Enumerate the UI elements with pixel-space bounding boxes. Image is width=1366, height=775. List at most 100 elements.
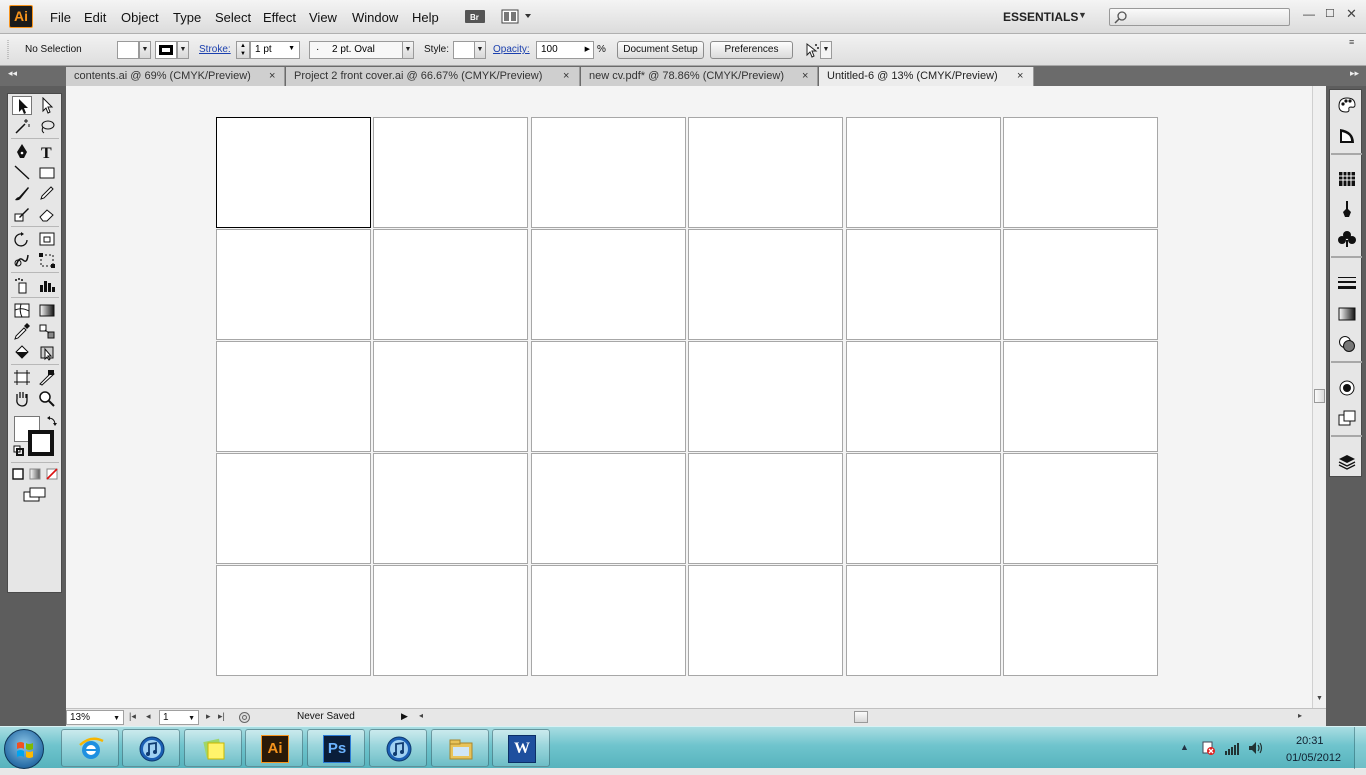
style-dropdown[interactable]: ▼ [474,41,486,59]
artboard[interactable] [373,341,528,452]
color-panel-icon[interactable] [1337,96,1357,114]
none-mode-icon[interactable] [46,468,58,480]
close-icon[interactable]: × [269,67,275,85]
status-menu-icon[interactable]: ▶ [401,711,408,722]
vertical-scrollbar[interactable]: ▼ [1312,86,1326,708]
clock-time[interactable]: 20:31 [1296,735,1324,747]
document-setup-button[interactable]: Document Setup [617,41,704,59]
artboard[interactable] [688,341,843,452]
artboard[interactable] [216,117,371,228]
mesh-tool-icon[interactable] [12,301,32,320]
artboard[interactable] [373,117,528,228]
style-swatch[interactable] [453,41,475,59]
brushes-panel-icon[interactable] [1337,200,1357,218]
taskbar-sticky-notes[interactable] [184,729,242,767]
network-icon[interactable] [1224,740,1240,756]
stroke-dropdown[interactable]: ▼ [177,41,189,59]
paintbrush-tool-icon[interactable] [12,184,32,203]
tab-project-2-front-cover[interactable]: Project 2 front cover.ai @ 66.67% (CMYK/… [286,67,580,86]
next-artboard-icon[interactable]: ▸ [206,711,211,722]
menu-view[interactable]: View [309,10,337,25]
slice-tool-icon[interactable] [37,368,57,387]
gradient-panel-icon[interactable] [1337,305,1357,323]
artboard[interactable] [216,565,371,676]
eraser-tool-icon[interactable] [37,205,57,224]
action-center-icon[interactable] [1200,740,1216,756]
show-hidden-icons-icon[interactable]: ▲ [1180,742,1189,752]
stroke-weight-field[interactable]: 1 pt ▼ [250,41,300,59]
color-guide-icon[interactable] [1337,127,1357,145]
artboard[interactable] [846,117,1001,228]
workspace-switcher[interactable]: ESSENTIALS [1003,10,1078,24]
tab-new-cv[interactable]: new cv.pdf* @ 78.86% (CMYK/Preview) × [581,67,818,86]
artboard[interactable] [688,565,843,676]
gradient-tool-icon[interactable] [37,301,57,320]
bridge-icon[interactable]: Br [463,8,489,25]
graphic-styles-icon[interactable] [1337,409,1357,427]
artboard[interactable] [531,229,686,340]
stroke-panel-icon[interactable] [1337,274,1357,292]
vertical-scroll-thumb[interactable] [1314,389,1325,403]
brush-dropdown[interactable]: ▼ [402,41,414,59]
transparency-panel-icon[interactable] [1337,335,1357,353]
artboard[interactable] [531,117,686,228]
gradient-mode-icon[interactable] [29,468,41,480]
taskbar-word[interactable]: W [492,729,550,767]
stroke-color-box[interactable] [28,430,54,456]
taskbar-itunes-2[interactable] [369,729,427,767]
hand-tool-icon[interactable] [12,389,32,408]
scroll-down-icon[interactable]: ▼ [1316,695,1323,702]
pencil-tool-icon[interactable] [37,184,57,203]
taskbar-photoshop[interactable]: Ps [307,729,365,767]
menu-help[interactable]: Help [412,10,439,25]
rotate-tool-icon[interactable] [12,230,32,249]
eyedropper-tool-icon[interactable] [12,322,32,341]
artboard[interactable] [373,229,528,340]
layers-panel-icon[interactable] [1337,453,1357,471]
screen-mode-icon[interactable] [23,487,47,503]
menu-object[interactable]: Object [121,10,159,25]
stroke-weight-stepper[interactable]: ▲ ▼ [236,41,250,59]
zoom-field[interactable]: 13% ▼ [66,710,124,725]
artboard[interactable] [531,341,686,452]
opacity-field[interactable]: 100 ▶ [536,41,594,59]
artboard[interactable] [688,229,843,340]
collapse-panels-icon[interactable]: ▸▸ [1350,68,1359,79]
blend-tool-icon[interactable] [37,322,57,341]
symbols-panel-icon[interactable] [1337,230,1357,248]
color-mode-icon[interactable] [12,468,24,480]
lasso-tool-icon[interactable] [37,117,57,136]
minimize-icon[interactable]: — [1303,7,1315,21]
artboard[interactable] [1003,117,1158,228]
rectangle-tool-icon[interactable] [37,163,57,182]
swap-fill-stroke-icon[interactable] [46,415,58,427]
column-graph-tool-icon[interactable] [37,276,57,295]
artboard[interactable] [531,453,686,564]
preferences-button[interactable]: Preferences [710,41,793,59]
swatches-panel-icon[interactable] [1337,170,1357,188]
artboard[interactable] [1003,453,1158,564]
volume-icon[interactable] [1248,740,1264,756]
artboard[interactable] [846,565,1001,676]
artboard[interactable] [846,453,1001,564]
clock-date[interactable]: 01/05/2012 [1286,752,1341,764]
menu-effect[interactable]: Effect [263,10,296,25]
start-button[interactable] [4,729,44,769]
isolation-mode-icon[interactable] [803,41,821,59]
artboard[interactable] [216,453,371,564]
taskbar-internet-explorer[interactable] [61,729,119,767]
close-icon[interactable]: × [1017,67,1023,85]
menu-file[interactable]: File [50,10,71,25]
opacity-label[interactable]: Opacity: [493,44,530,55]
chevron-down-icon[interactable]: ▼ [1078,10,1087,20]
menu-select[interactable]: Select [215,10,251,25]
artboard-tool-icon[interactable] [12,368,32,387]
brush-definition-field[interactable]: · 2 pt. Oval [309,41,403,59]
artboard[interactable] [688,117,843,228]
scroll-left-icon[interactable]: ◂ [419,711,423,720]
artboard-number-field[interactable]: 1 ▼ [159,710,199,725]
scale-tool-icon[interactable] [37,230,57,249]
panel-grip-icon[interactable] [6,40,10,60]
close-icon[interactable]: ✕ [1346,6,1357,22]
taskbar-itunes[interactable] [122,729,180,767]
